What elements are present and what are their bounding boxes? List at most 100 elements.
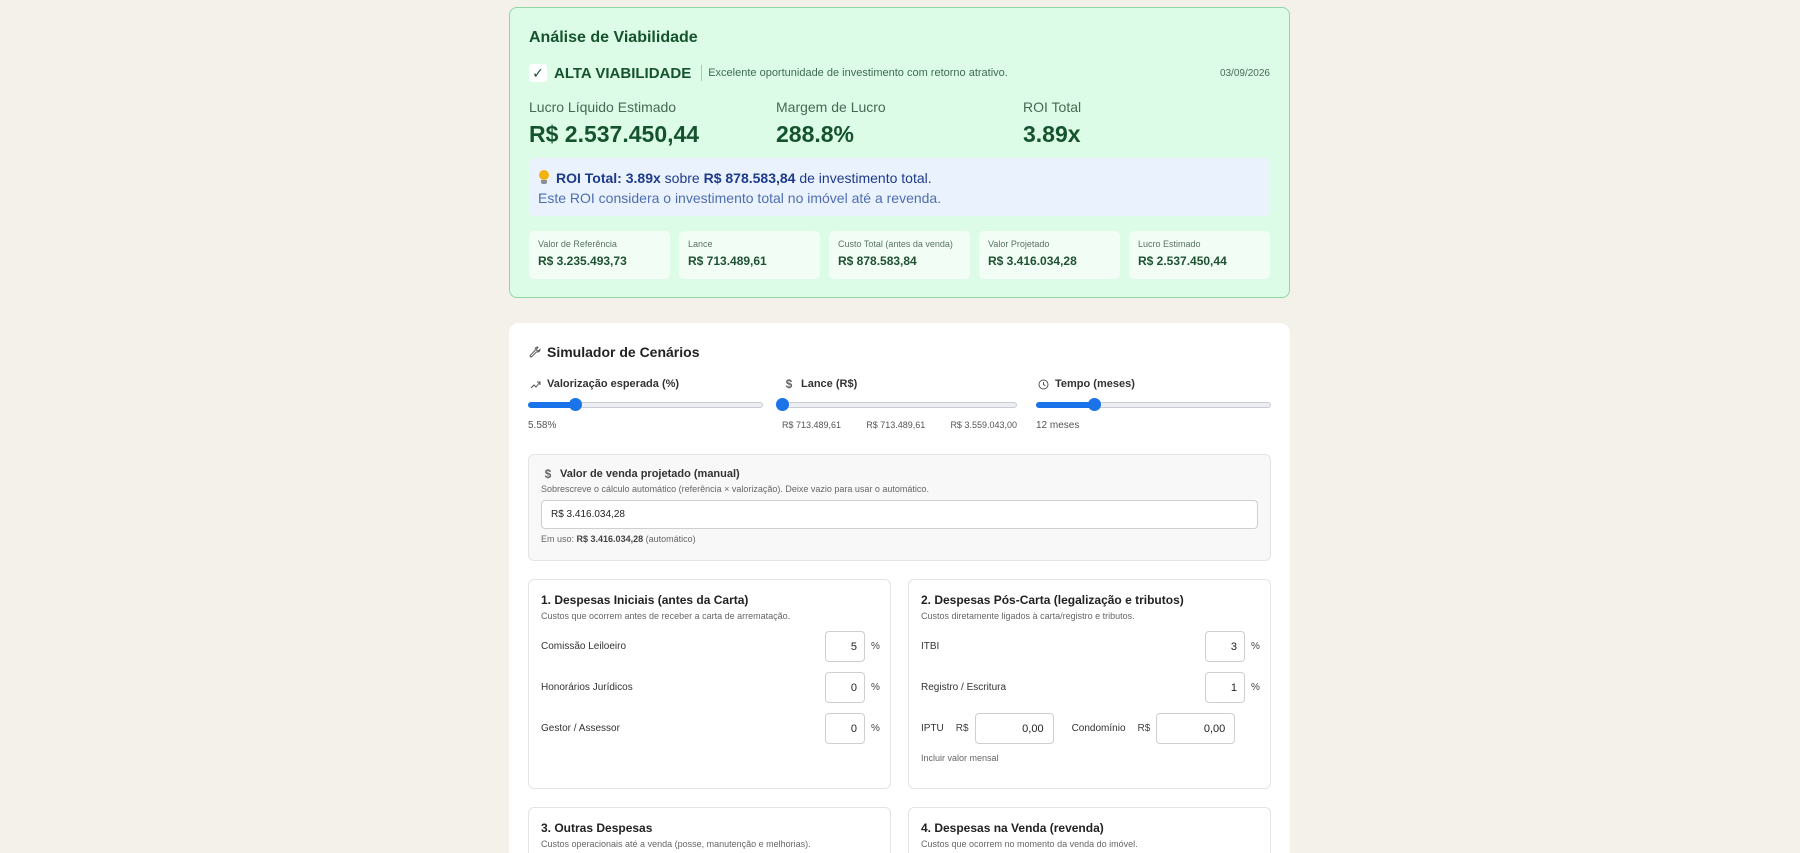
summary-label: Valor de Referência [538, 239, 617, 249]
summary-estimated-profit: Lucro Estimado R$ 2.537.450,44 [1129, 231, 1270, 279]
lightbulb-icon [538, 170, 550, 184]
section-subtitle: Custos que ocorrem antes de receber a ca… [541, 611, 791, 621]
section-subtitle: Custos que ocorrem no momento da venda d… [921, 839, 1138, 849]
in-use-prefix: Em uso: [541, 534, 575, 544]
section-title: 4. Despesas na Venda (revenda) [921, 821, 1104, 835]
condominio-label: Condomínio [1071, 723, 1126, 734]
unit-percent: % [871, 641, 880, 652]
roi-note-mid: sobre [664, 170, 700, 186]
summary-value: R$ 2.537.450,44 [1138, 254, 1227, 268]
sale-expenses-section: 4. Despesas na Venda (revenda) Custos qu… [908, 807, 1271, 853]
manual-label-row: $ Valor de venda projetado (manual) [541, 467, 1258, 481]
field-legal-fees: Honorários Jurídicos % [541, 672, 880, 703]
trending-up-icon [528, 380, 542, 389]
simulator-card: Simulador de Cenários Valorização espera… [509, 323, 1290, 853]
field-auctioneer-commission: Comissão Leiloeiro % [541, 631, 880, 662]
slider-fill [1036, 402, 1095, 408]
currency-label: R$ [1137, 723, 1151, 734]
simulator-title: Simulador de Cenários [547, 344, 700, 360]
metric-value: R$ 2.537.450,44 [529, 121, 700, 147]
roi-note-line2: Este ROI considera o investimento total … [538, 190, 942, 206]
check-icon: ✓ [529, 64, 547, 82]
field-label: ITBI [921, 641, 940, 652]
metric-value: 3.89x [1023, 121, 1081, 147]
viability-status-description: Excelente oportunidade de investimento c… [708, 67, 1008, 79]
expenses-grid-2: 3. Outras Despesas Custos operacionais a… [528, 807, 1271, 853]
in-use-value: R$ 3.416.034,28 [576, 534, 644, 544]
manual-sale-value-panel: $ Valor de venda projetado (manual) Sobr… [528, 454, 1271, 561]
field-iptu-condominio: IPTU R$ Condomínio R$ [921, 713, 1258, 744]
manual-label: Valor de venda projetado (manual) [560, 468, 740, 480]
slider-value: 12 meses [1036, 420, 1080, 431]
tempo-slider[interactable] [1036, 398, 1271, 411]
unit-percent: % [871, 682, 880, 693]
slider-label-row: Tempo (meses) [1036, 377, 1271, 391]
slider-max: R$ 3.559.043,00 [950, 420, 1017, 430]
slider-range-labels: R$ 713.489,61 R$ 713.489,61 R$ 3.559.043… [782, 420, 1017, 430]
viability-title: Análise de Viabilidade [529, 29, 698, 46]
summary-row: Valor de Referência R$ 3.235.493,73 Lanc… [529, 231, 1270, 279]
field-label: Gestor / Assessor [541, 723, 620, 734]
section-title: 3. Outras Despesas [541, 821, 653, 835]
wrench-icon [528, 346, 542, 358]
slider-label-row: $ Lance (R$) [782, 377, 1017, 391]
expenses-grid: 1. Despesas Iniciais (antes da Carta) Cu… [528, 579, 1271, 789]
manual-sale-value-input[interactable] [541, 500, 1258, 529]
manager-advisor-input[interactable] [825, 713, 865, 744]
unit-percent: % [1251, 682, 1260, 693]
metric-label: Lucro Líquido Estimado [529, 99, 677, 115]
metric-label: ROI Total [1023, 99, 1082, 115]
auctioneer-commission-input[interactable] [825, 631, 865, 662]
clock-icon [1036, 379, 1050, 390]
summary-reference-value: Valor de Referência R$ 3.235.493,73 [529, 231, 670, 279]
roi-note-suffix: de investimento total. [799, 170, 932, 186]
divider [701, 65, 703, 81]
iptu-input[interactable] [974, 713, 1054, 744]
summary-label: Valor Projetado [988, 239, 1050, 249]
slider-valorizacao: Valorização esperada (%) 5.58% [528, 377, 763, 431]
summary-projected-value: Valor Projetado R$ 3.416.034,28 [979, 231, 1120, 279]
viability-status-row: ✓ ALTA VIABILIDADE Excelente oportunidad… [529, 62, 1270, 84]
section-title: 2. Despesas Pós-Carta (legalização e tri… [921, 593, 1184, 607]
field-manager-advisor: Gestor / Assessor % [541, 713, 880, 744]
slider-label: Tempo (meses) [1055, 378, 1135, 390]
legal-fees-input[interactable] [825, 672, 865, 703]
slider-current: R$ 713.489,61 [866, 420, 926, 430]
field-registry: Registro / Escritura % [921, 672, 1260, 703]
slider-thumb[interactable] [568, 398, 582, 411]
valorizacao-slider[interactable] [528, 398, 763, 411]
viability-date: 03/09/2026 [1219, 67, 1270, 79]
summary-value: R$ 3.416.034,28 [988, 254, 1077, 268]
metric-roi-total: ROI Total 3.89x [1023, 98, 1270, 148]
dollar-icon: $ [785, 377, 793, 391]
metric-profit-margin: Margem de Lucro 288.8% [776, 98, 1023, 148]
slider-thumb[interactable] [776, 398, 789, 411]
roi-note-line1: ROI Total: 3.89x sobre R$ 878.583,84 de … [538, 168, 1261, 188]
field-label: Registro / Escritura [921, 682, 1007, 693]
unit-percent: % [871, 723, 880, 734]
slider-label: Lance (R$) [801, 378, 858, 390]
summary-label: Lucro Estimado [1138, 239, 1201, 249]
field-label: Comissão Leiloeiro [541, 641, 627, 652]
condominio-input[interactable] [1156, 713, 1236, 744]
viability-card: Análise de Viabilidade ✓ ALTA VIABILIDAD… [509, 7, 1290, 298]
in-use-suffix: (automático) [645, 534, 696, 544]
registry-input[interactable] [1205, 672, 1245, 703]
itbi-input[interactable] [1205, 631, 1245, 662]
other-expenses-section: 3. Outras Despesas Custos operacionais a… [528, 807, 891, 853]
manual-help-text: Sobrescreve o cálculo automático (referê… [541, 484, 929, 494]
viability-status-label: ALTA VIABILIDADE [554, 64, 692, 82]
slider-thumb[interactable] [1088, 398, 1102, 411]
summary-total-cost: Custo Total (antes da venda) R$ 878.583,… [829, 231, 970, 279]
post-letter-expenses-section: 2. Despesas Pós-Carta (legalização e tri… [908, 579, 1271, 789]
dollar-icon: $ [544, 467, 552, 481]
lance-slider[interactable] [776, 398, 1017, 411]
metrics-row: Lucro Líquido Estimado R$ 2.537.450,44 M… [529, 98, 1270, 148]
field-itbi: ITBI % [921, 631, 1260, 662]
slider-fill [528, 402, 575, 408]
slider-label: Valorização esperada (%) [547, 378, 680, 390]
initial-expenses-section: 1. Despesas Iniciais (antes da Carta) Cu… [528, 579, 891, 789]
section-subtitle: Custos diretamente ligados à carta/regis… [921, 611, 1135, 621]
metric-label: Margem de Lucro [776, 99, 886, 115]
metric-value: 288.8% [776, 121, 855, 147]
